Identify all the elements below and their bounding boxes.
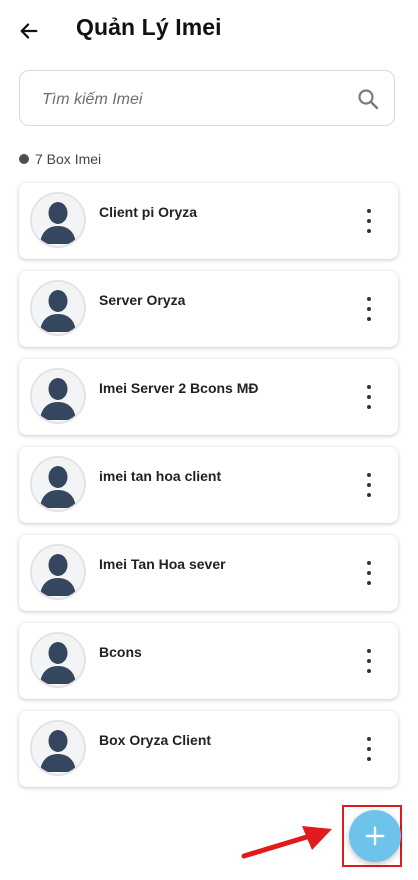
more-vertical-icon (367, 297, 371, 301)
search-icon[interactable] (356, 87, 380, 111)
avatar (30, 456, 86, 512)
avatar (30, 192, 86, 248)
imei-count: 7 Box Imei (19, 150, 101, 168)
imei-card[interactable]: Server Oryza (19, 271, 398, 347)
search-input[interactable] (40, 85, 344, 115)
imei-name: Imei Tan Hoa sever (99, 556, 226, 572)
count-dot-icon (19, 154, 29, 164)
imei-name: Imei Server 2 Bcons MĐ (99, 380, 259, 396)
imei-name: Box Oryza Client (99, 732, 212, 748)
more-vertical-icon (367, 649, 371, 653)
person-silhouette-icon (32, 458, 84, 510)
red-arrow-annotation-icon (241, 826, 332, 859)
more-options-button[interactable] (362, 649, 376, 673)
more-vertical-icon (367, 473, 371, 477)
more-vertical-icon (367, 209, 371, 213)
imei-name: Server Oryza (99, 292, 186, 308)
search-box (19, 70, 395, 126)
more-options-button[interactable] (362, 561, 376, 585)
more-options-button[interactable] (362, 473, 376, 497)
more-options-button[interactable] (362, 737, 376, 761)
avatar (30, 632, 86, 688)
imei-card[interactable]: Box Oryza Client (19, 711, 398, 787)
imei-card[interactable]: Imei Tan Hoa sever (19, 535, 398, 611)
more-vertical-icon (367, 737, 371, 741)
avatar (30, 720, 86, 776)
person-silhouette-icon (32, 634, 84, 686)
imei-card[interactable]: Bcons (19, 623, 398, 699)
person-silhouette-icon (32, 546, 84, 598)
app-header: Quản Lý Imei (0, 0, 418, 60)
avatar (30, 544, 86, 600)
imei-card[interactable]: Imei Server 2 Bcons MĐ (19, 359, 398, 435)
plus-icon (365, 826, 385, 846)
more-vertical-icon (367, 385, 371, 389)
arrow-left-icon (20, 23, 38, 39)
page-title: Quản Lý Imei (76, 14, 222, 40)
avatar (30, 368, 86, 424)
person-silhouette-icon (32, 194, 84, 246)
imei-name: Client pi Oryza (99, 204, 198, 220)
imei-card[interactable]: Client pi Oryza (19, 183, 398, 259)
avatar (30, 280, 86, 336)
more-options-button[interactable] (362, 385, 376, 409)
imei-name: imei tan hoa client (99, 468, 222, 484)
imei-card[interactable]: imei tan hoa client (19, 447, 398, 523)
imei-count-label: 7 Box Imei (35, 151, 102, 167)
more-vertical-icon (367, 561, 371, 565)
more-options-button[interactable] (362, 209, 376, 233)
add-imei-button[interactable] (349, 810, 401, 862)
person-silhouette-icon (32, 282, 84, 334)
back-button[interactable] (14, 16, 44, 46)
person-silhouette-icon (32, 722, 84, 774)
imei-name: Bcons (99, 644, 142, 660)
more-options-button[interactable] (362, 297, 376, 321)
person-silhouette-icon (32, 370, 84, 422)
